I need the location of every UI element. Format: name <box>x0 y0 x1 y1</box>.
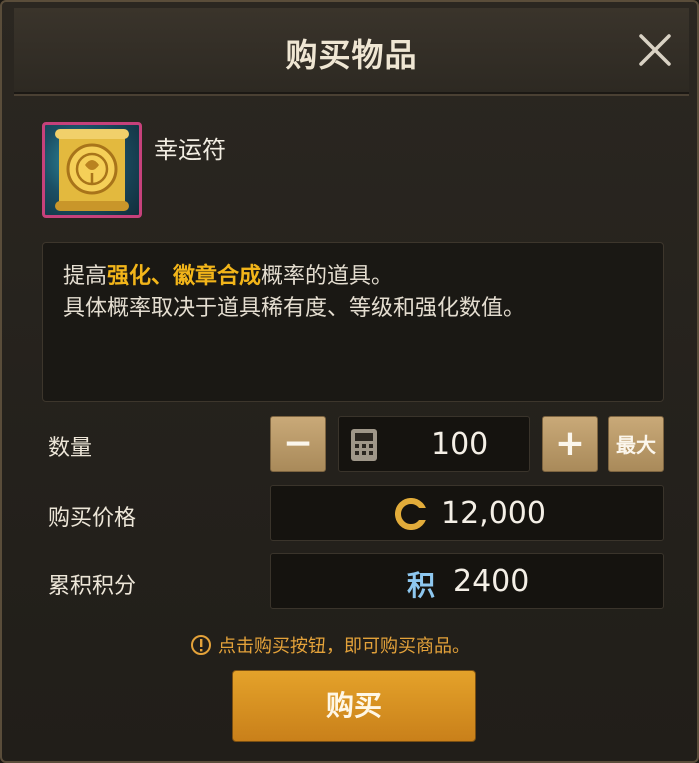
points-field: 积 2400 <box>270 553 664 609</box>
dialog-header: 购买物品 <box>14 8 689 94</box>
price-label: 购买价格 <box>48 506 137 531</box>
notice-text: 点击购买按钮，即可购买商品。 <box>218 636 470 657</box>
buy-button[interactable]: 购买 <box>232 670 476 742</box>
increase-quantity-button[interactable]: + <box>542 416 598 472</box>
item-name: 幸运符 <box>154 136 226 164</box>
points-icon: 积 <box>407 569 436 602</box>
description-line-2: 具体概率取决于道具稀有度、等级和强化数值。 <box>63 296 526 321</box>
description-line-1: 提高强化、徽章合成概率的道具。 <box>63 261 643 293</box>
gold-coin-icon <box>393 496 427 536</box>
decrease-quantity-button[interactable]: − <box>270 416 326 472</box>
points-label: 累积积分 <box>48 574 137 599</box>
purchase-dialog: 购买物品 幸运符 提高强化、徽章合成概率的道具。 具体概率取决于道具稀有度、等级… <box>0 0 699 763</box>
max-quantity-button[interactable]: 最大 <box>608 416 664 472</box>
purchase-notice: 点击购买按钮，即可购买商品。 <box>190 632 470 661</box>
item-description: 提高强化、徽章合成概率的道具。 具体概率取决于道具稀有度、等级和强化数值。 <box>42 242 664 402</box>
calculator-icon[interactable] <box>349 427 379 467</box>
description-prefix: 提高 <box>63 264 108 289</box>
quantity-label: 数量 <box>48 436 93 461</box>
points-value: 2400 <box>453 564 530 599</box>
exclamation-circle-icon <box>190 634 212 661</box>
price-field: 12,000 <box>270 485 664 541</box>
dialog-title: 购买物品 <box>285 36 418 74</box>
quantity-input[interactable]: 100 <box>338 416 530 472</box>
description-suffix: 概率的道具。 <box>261 264 394 289</box>
description-highlight: 强化、徽章合成 <box>107 264 262 289</box>
close-icon[interactable] <box>635 30 675 70</box>
quantity-value: 100 <box>431 427 489 462</box>
price-value: 12,000 <box>441 496 546 531</box>
lucky-charm-scroll-icon <box>42 122 142 218</box>
